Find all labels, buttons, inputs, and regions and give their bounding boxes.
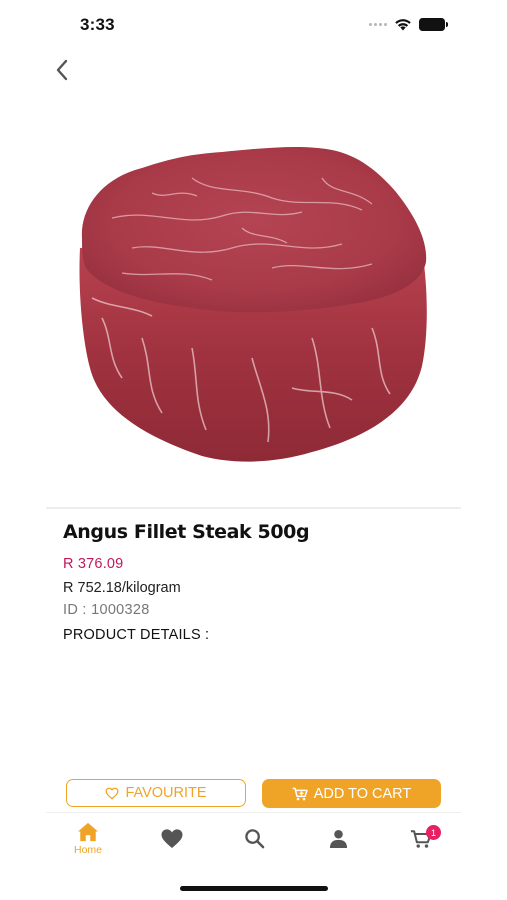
chevron-left-icon (56, 59, 68, 81)
tab-bar: Home 1 (0, 814, 507, 864)
tab-favourites[interactable] (147, 814, 197, 860)
unit-price: R 752.18/kilogram (63, 580, 181, 596)
person-icon (329, 829, 347, 848)
tab-cart[interactable]: 1 (396, 814, 446, 860)
add-to-cart-label: ADD TO CART (313, 785, 412, 802)
product-image (79, 146, 427, 462)
favourite-label: FAVOURITE (125, 785, 207, 801)
status-time: 3:33 (80, 15, 115, 34)
product-id: ID : 1000328 (63, 602, 150, 618)
cart-plus-icon (292, 787, 308, 800)
tab-account[interactable] (313, 814, 363, 860)
wifi-icon (395, 19, 411, 31)
tab-home-label: Home (73, 844, 102, 856)
tab-home[interactable]: Home (63, 814, 113, 860)
search-icon (244, 829, 264, 849)
product-price: R 376.09 (63, 556, 124, 572)
tab-bar-separator (46, 812, 461, 813)
home-icon (78, 822, 98, 842)
add-to-cart-button[interactable]: ADD TO CART (262, 779, 441, 808)
back-button[interactable] (48, 56, 76, 84)
status-icons (369, 18, 448, 31)
home-indicator (180, 886, 328, 891)
heart-icon (161, 829, 183, 849)
favourite-button[interactable]: FAVOURITE (66, 779, 246, 807)
divider (46, 507, 461, 509)
cart-count-badge: 1 (426, 825, 441, 840)
cellular-signal-icon (369, 23, 387, 26)
battery-icon (419, 18, 448, 31)
product-details-heading: PRODUCT DETAILS : (63, 627, 210, 643)
product-title: Angus Fillet Steak 500g (63, 521, 310, 543)
heart-outline-icon (105, 787, 119, 799)
tab-search[interactable] (229, 814, 279, 860)
status-bar: 3:33 (0, 0, 507, 52)
